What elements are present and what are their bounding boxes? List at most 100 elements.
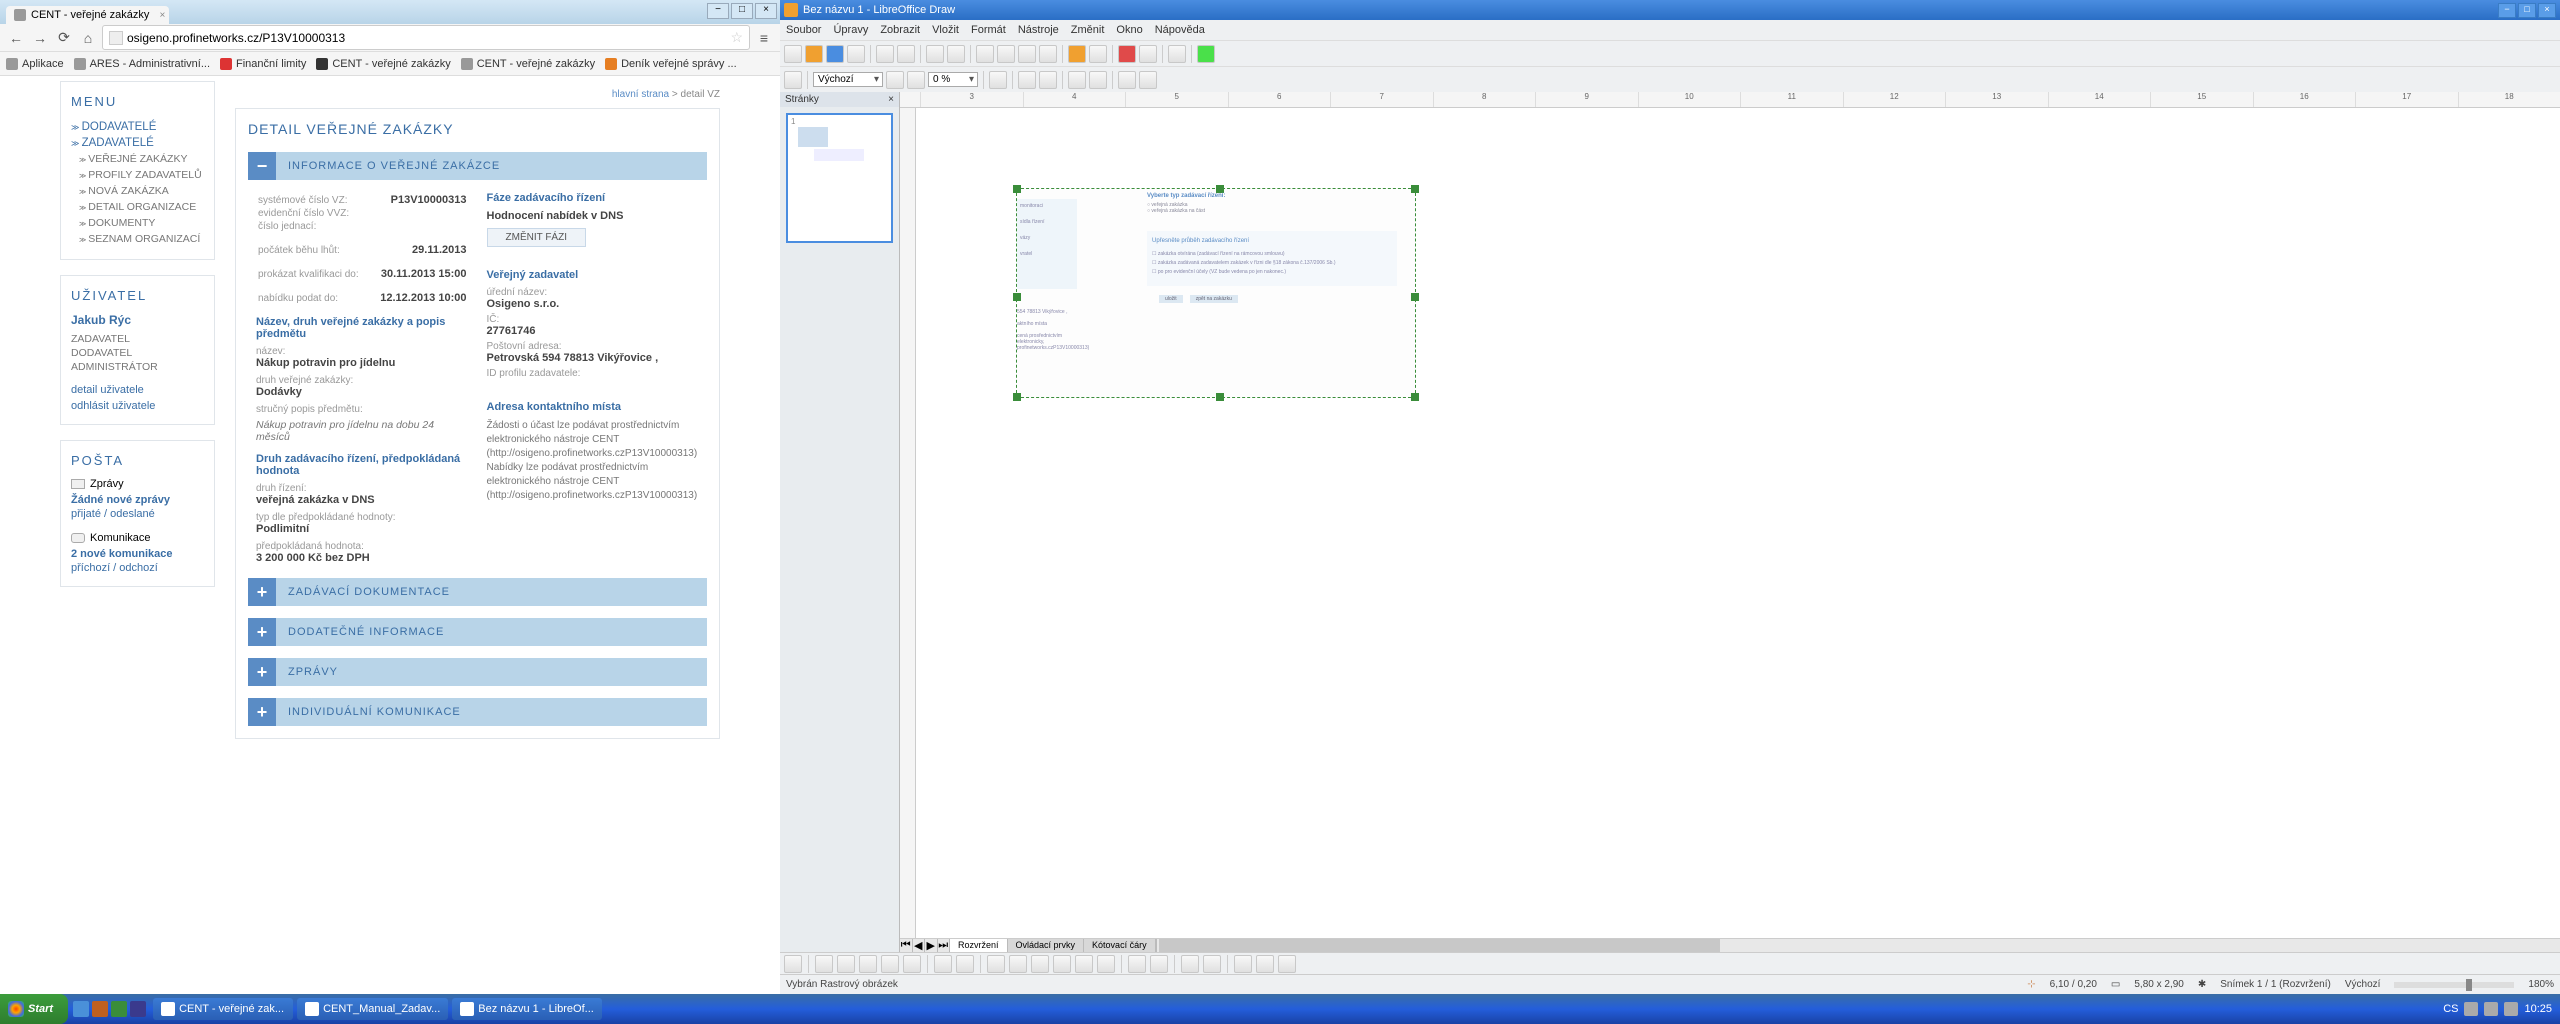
expand-icon[interactable]: +	[248, 658, 276, 686]
mail-icon[interactable]	[847, 45, 865, 63]
arrange-icon[interactable]	[1068, 71, 1086, 89]
forward-button[interactable]: →	[30, 28, 50, 48]
resize-handle[interactable]	[1013, 185, 1021, 193]
snap-icon[interactable]	[1039, 71, 1057, 89]
apps-button[interactable]: Aplikace	[6, 58, 64, 70]
ql-icon[interactable]	[73, 1001, 89, 1017]
pdf-icon[interactable]	[876, 45, 894, 63]
resize-handle[interactable]	[1013, 293, 1021, 301]
minimize-button[interactable]: −	[707, 3, 729, 19]
align-icon[interactable]	[1089, 71, 1107, 89]
extrusion-icon[interactable]	[1139, 71, 1157, 89]
rect-tool[interactable]	[859, 955, 877, 973]
tab-controls[interactable]: Ovládací prvky	[1008, 939, 1085, 952]
expand-icon[interactable]: +	[248, 698, 276, 726]
tab-first[interactable]: ⏮	[900, 939, 913, 952]
brush-icon[interactable]	[1039, 45, 1057, 63]
tray-icon[interactable]	[2464, 1002, 2478, 1016]
taskbar-item-manual[interactable]: CENT_Manual_Zadav...	[297, 998, 448, 1020]
menu-tools[interactable]: Nástroje	[1018, 24, 1059, 36]
tray-icon[interactable]	[2484, 1002, 2498, 1016]
resize-handle[interactable]	[1216, 185, 1224, 193]
collapse-icon[interactable]: −	[248, 152, 276, 180]
address-bar[interactable]: osigeno.profinetworks.cz/P13V10000313 ☆	[102, 25, 750, 50]
ql-icon[interactable]	[111, 1001, 127, 1017]
insert-icon[interactable]	[1118, 71, 1136, 89]
tab-next[interactable]: ▶	[925, 939, 938, 952]
lo-minimize[interactable]: −	[2498, 3, 2516, 18]
change-phase-button[interactable]: ZMĚNIT FÁZI	[487, 228, 586, 247]
style-combo[interactable]: Výchozí	[813, 72, 883, 87]
close-button[interactable]: ×	[755, 3, 777, 19]
from-file-tool[interactable]	[1203, 955, 1221, 973]
line-color-icon[interactable]	[907, 71, 925, 89]
taskbar-item-chrome[interactable]: CENT - veřejné zak...	[153, 998, 293, 1020]
tab-layout[interactable]: Rozvržení	[950, 939, 1008, 952]
submenu-seznam[interactable]: SEZNAM ORGANIZACÍ	[71, 231, 204, 247]
tab-close-icon[interactable]: ×	[160, 10, 166, 21]
lo-close[interactable]: ×	[2538, 3, 2556, 18]
pasted-screenshot[interactable]: monitoraci sídla řízení vázy vratel 554 …	[1016, 188, 1416, 398]
expand-icon[interactable]: +	[248, 578, 276, 606]
submenu-nova[interactable]: NOVÁ ZAKÁZKA	[71, 183, 204, 199]
panel-info-header[interactable]: − INFORMACE O VEŘEJNÉ ZAKÁZCE	[248, 152, 707, 180]
copy-icon[interactable]	[997, 45, 1015, 63]
symbol-tool[interactable]	[1009, 955, 1027, 973]
bookmark-denik[interactable]: Deník veřejné správy ...	[605, 58, 737, 70]
print-icon[interactable]	[897, 45, 915, 63]
zoom-combo[interactable]: 0 %	[928, 72, 978, 87]
hyperlink-icon[interactable]	[1139, 45, 1157, 63]
ql-icon[interactable]	[130, 1001, 146, 1017]
panel-messages[interactable]: +ZPRÁVY	[248, 658, 707, 686]
glue-tool[interactable]	[1150, 955, 1168, 973]
slide-thumbnail[interactable]: 1	[786, 113, 893, 243]
user-detail-link[interactable]: detail uživatele	[71, 384, 204, 396]
breadcrumb-home[interactable]: hlavní strana	[612, 89, 669, 100]
resize-handle[interactable]	[1411, 293, 1419, 301]
rotate-tool[interactable]	[1234, 955, 1252, 973]
tab-dimlines[interactable]: Kótovací čáry	[1084, 939, 1156, 952]
undo-icon[interactable]	[1068, 45, 1086, 63]
zoom-slider[interactable]	[2394, 982, 2514, 988]
resize-handle[interactable]	[1411, 393, 1419, 401]
menu-zadavatele[interactable]: ZADAVATELÉ	[71, 135, 204, 151]
chrome-tab[interactable]: CENT - veřejné zakázky ×	[6, 6, 169, 24]
menu-dodavatele[interactable]: DODAVATELÉ	[71, 119, 204, 135]
ellipse-tool[interactable]	[881, 955, 899, 973]
back-button[interactable]: ←	[6, 28, 26, 48]
bookmark-cent1[interactable]: CENT - veřejné zakázky	[316, 58, 450, 70]
curve-tool[interactable]	[934, 955, 952, 973]
bookmark-star-icon[interactable]: ☆	[730, 29, 743, 46]
menu-view[interactable]: Zobrazit	[880, 24, 920, 36]
start-button[interactable]: Start	[0, 994, 68, 1024]
tab-last[interactable]: ⏭	[938, 939, 951, 952]
paste-icon[interactable]	[1018, 45, 1036, 63]
align-tool[interactable]	[1256, 955, 1274, 973]
stars-tool[interactable]	[1097, 955, 1115, 973]
language-indicator[interactable]: CS	[2443, 1003, 2458, 1015]
submenu-dokumenty[interactable]: DOKUMENTY	[71, 215, 204, 231]
submenu-profily[interactable]: PROFILY ZADAVATELŮ	[71, 167, 204, 183]
menu-help[interactable]: Nápověda	[1155, 24, 1205, 36]
panel-addinfo[interactable]: +DODATEČNÉ INFORMACE	[248, 618, 707, 646]
connector-tool[interactable]	[956, 955, 974, 973]
lo-maximize[interactable]: □	[2518, 3, 2536, 18]
zoom-icon[interactable]	[1168, 45, 1186, 63]
drawing-canvas[interactable]: monitoraci sídla řízení vázy vratel 554 …	[916, 108, 2560, 938]
menu-window[interactable]: Okno	[1116, 24, 1142, 36]
bookmark-limity[interactable]: Finanční limity	[220, 58, 306, 70]
resize-handle[interactable]	[1216, 393, 1224, 401]
arrow-icon[interactable]	[784, 71, 802, 89]
resize-handle[interactable]	[1013, 393, 1021, 401]
chrome-menu-button[interactable]: ≡	[754, 28, 774, 48]
menu-modify[interactable]: Změnit	[1071, 24, 1105, 36]
menu-format[interactable]: Formát	[971, 24, 1006, 36]
arrows-tool[interactable]	[1031, 955, 1049, 973]
tab-prev[interactable]: ◀	[913, 939, 926, 952]
spellcheck-icon[interactable]	[926, 45, 944, 63]
flowchart-tool[interactable]	[1053, 955, 1071, 973]
shapes-tool[interactable]	[987, 955, 1005, 973]
menu-file[interactable]: Soubor	[786, 24, 821, 36]
taskbar-item-draw[interactable]: Bez názvu 1 - LibreOf...	[452, 998, 602, 1020]
ql-icon[interactable]	[92, 1001, 108, 1017]
